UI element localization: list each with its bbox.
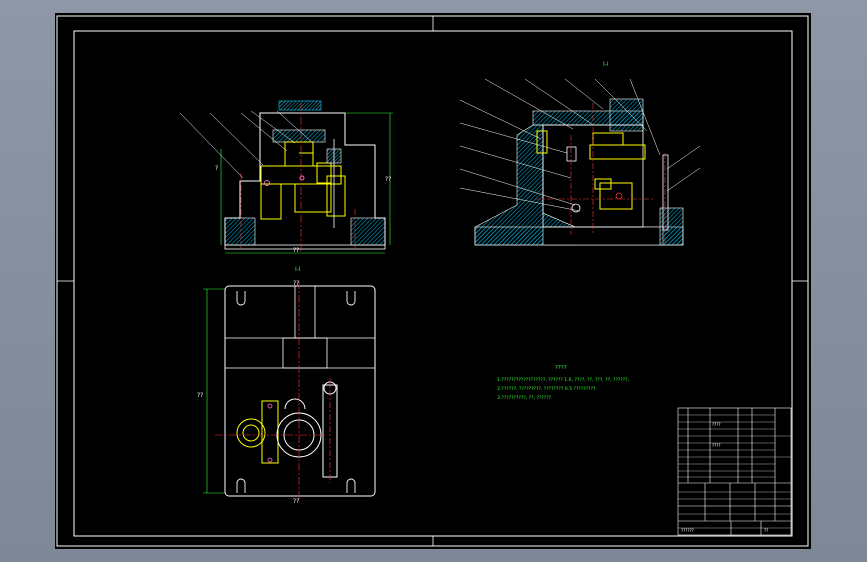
cad-drawing-canvas: ? ?? ?? I-I I-I ?? ?? ?? ???? 1.????????… <box>56 15 809 547</box>
title-block-school: ???? <box>712 422 721 427</box>
section-label: I-I <box>603 61 609 68</box>
title-block[interactable] <box>677 407 792 536</box>
plan-bottom-label: ?? <box>293 498 299 505</box>
plan-left-dim: ?? <box>197 392 203 399</box>
notes-title: ???? <box>555 365 567 371</box>
plan-top-label: ?? <box>293 280 299 287</box>
front-bottom-dim: ?? <box>293 247 299 254</box>
title-block-footer-right: ?? <box>764 528 768 533</box>
technical-notes: ???? 1.??????????????????, ?????? 1.6, ?… <box>497 365 630 401</box>
title-block-drawing-name: ???? <box>712 443 721 448</box>
front-section-view[interactable]: ? ?? ?? <box>179 100 393 254</box>
cad-drawing-viewport[interactable]: ? ?? ?? I-I I-I ?? ?? ?? ???? 1.????????… <box>55 13 811 549</box>
plan-section-label: I-I <box>295 266 301 273</box>
title-block-footer-left: ?????? <box>681 528 694 533</box>
notes-line-3: 3.??????????, ??, ??????. <box>497 395 553 401</box>
plan-view[interactable]: I-I ?? ?? ?? <box>197 266 376 505</box>
sheet-border <box>56 15 809 547</box>
notes-line-1: 1.??????????????????, ?????? 1.6, ????, … <box>497 377 630 383</box>
front-right-dim: ?? <box>385 176 391 183</box>
side-section-view[interactable]: I-I <box>459 61 701 246</box>
notes-line-2: 2.??????, ?????????, ???????? 0.5 ??????… <box>497 386 597 392</box>
front-left-dim: ? <box>215 165 218 172</box>
